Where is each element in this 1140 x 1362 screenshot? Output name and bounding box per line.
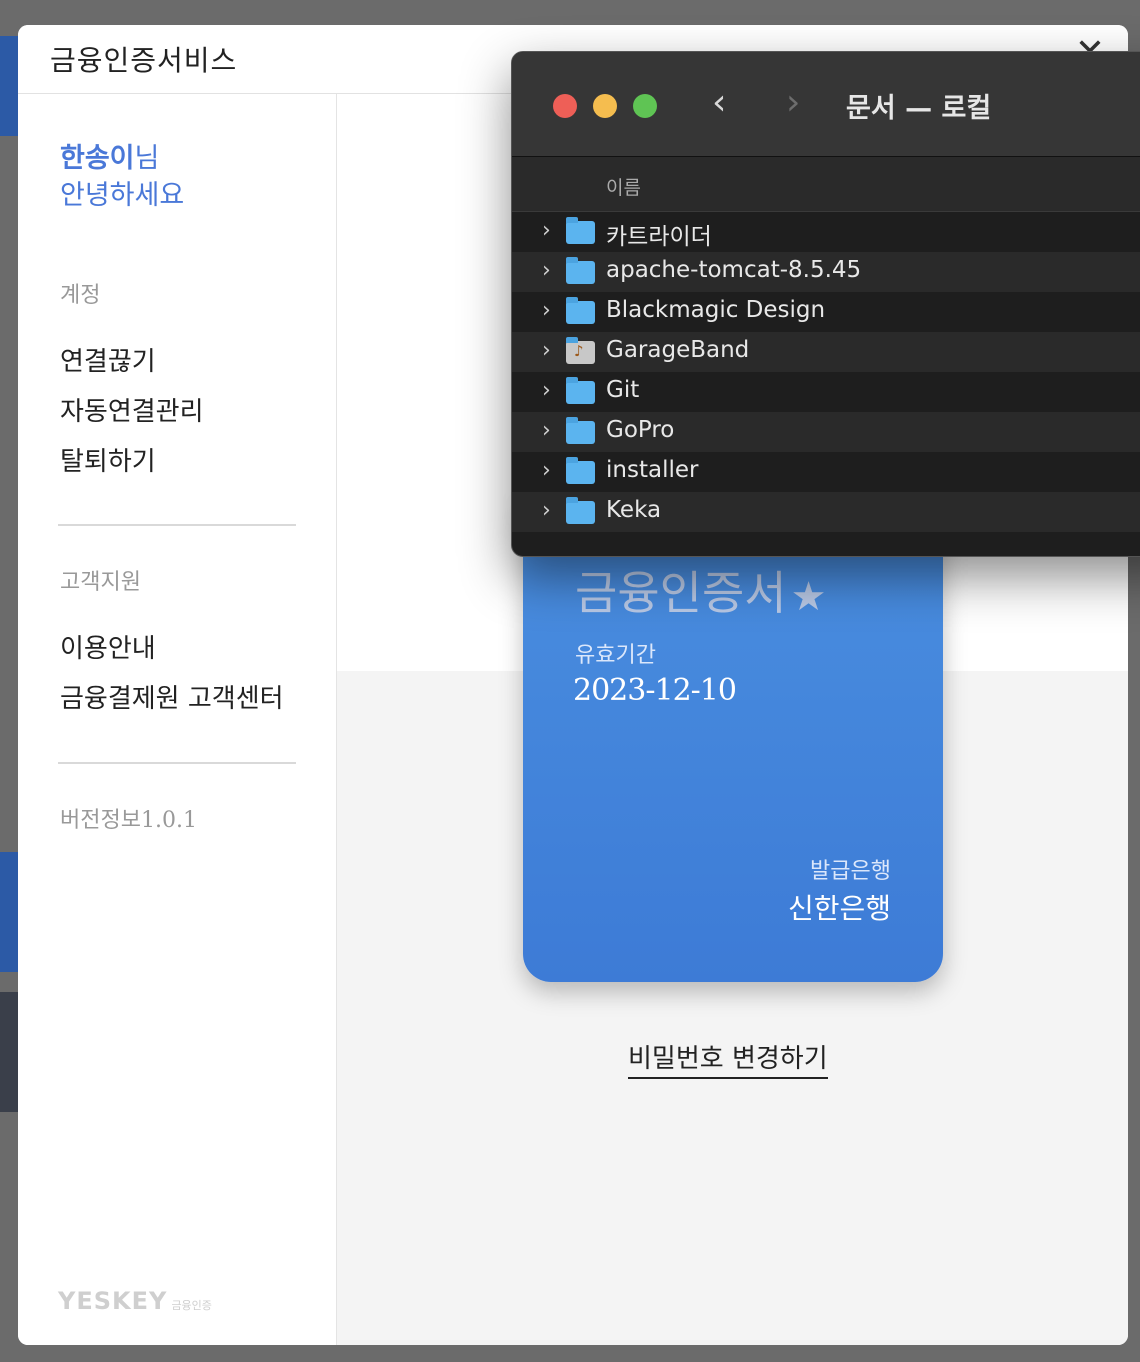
zoom-window-button[interactable] [633, 94, 657, 118]
folder-icon [566, 497, 595, 524]
disclosure-chevron-icon[interactable]: › [542, 218, 551, 243]
issuer-name: 신한은행 [787, 892, 891, 925]
file-row[interactable]: › 카트라이더 [512, 212, 1140, 252]
logo-main: YESKEY [58, 1287, 168, 1315]
finder-window: ‹ › 문서 — 로컬 이름 › 카트라이더 › apache-tomcat-8… [511, 51, 1140, 557]
section-label-support: 고객지원 [60, 570, 141, 595]
disclosure-chevron-icon[interactable]: › [542, 378, 551, 403]
menu-guide[interactable]: 이용안내 [60, 628, 156, 665]
dialog-title: 금융인증서비스 [50, 44, 238, 77]
finder-title: 문서 — 로컬 [846, 93, 992, 124]
star-icon[interactable]: ★ [791, 574, 827, 620]
file-name: Keka [606, 497, 662, 523]
menu-withdraw[interactable]: 탈퇴하기 [60, 441, 156, 478]
issuer-label: 발급은행 [810, 859, 891, 884]
file-name: GarageBand [606, 337, 750, 363]
file-row[interactable]: › GoPro [512, 412, 1140, 452]
certificate-title: 금융인증서 ★ [575, 557, 826, 623]
disclosure-chevron-icon[interactable]: › [542, 418, 551, 443]
disclosure-chevron-icon[interactable]: › [542, 298, 551, 323]
folder-icon [566, 417, 595, 444]
disclosure-chevron-icon[interactable]: › [542, 258, 551, 283]
divider [58, 762, 296, 764]
disclosure-chevron-icon[interactable]: › [542, 498, 551, 523]
menu-disconnect[interactable]: 연결끊기 [60, 341, 156, 378]
file-name: installer [606, 457, 699, 483]
divider [58, 524, 296, 526]
file-name: apache-tomcat-8.5.45 [606, 257, 862, 283]
background-app-strip [0, 992, 18, 1112]
sidebar: 한송이님 안녕하세요 계정 연결끊기 자동연결관리 탈퇴하기 고객지원 이용안내… [18, 94, 337, 1345]
folder-icon [566, 217, 595, 244]
greeting-hello: 안녕하세요 [60, 180, 185, 211]
minimize-window-button[interactable] [593, 94, 617, 118]
certificate-title-text: 금융인증서 [575, 566, 787, 620]
yeskey-logo: YESKEY 금융인증 [58, 1287, 212, 1315]
file-name: 카트라이더 [606, 224, 712, 250]
section-label-account: 계정 [60, 283, 101, 308]
garageband-folder-icon [566, 337, 595, 364]
file-name: Git [606, 377, 640, 403]
validity-label: 유효기간 [575, 643, 656, 668]
disclosure-chevron-icon[interactable]: › [542, 338, 551, 363]
folder-icon [566, 377, 595, 404]
change-password-link[interactable]: 비밀번호 변경하기 [628, 1038, 828, 1079]
file-row[interactable]: › installer [512, 452, 1140, 492]
file-row[interactable]: › Keka [512, 492, 1140, 532]
disclosure-chevron-icon[interactable]: › [542, 458, 551, 483]
column-name-label[interactable]: 이름 [606, 173, 641, 200]
file-row[interactable]: › GarageBand [512, 332, 1140, 372]
version-info: 버전정보1.0.1 [60, 808, 197, 833]
back-arrow-icon[interactable]: ‹ [712, 82, 726, 124]
forward-arrow-icon[interactable]: › [786, 82, 800, 124]
file-name: GoPro [606, 417, 675, 443]
certificate-card[interactable]: 금융인증서 ★ 유효기간 2023-12-10 발급은행 신한은행 [523, 495, 943, 982]
file-name: Blackmagic Design [606, 297, 826, 323]
column-header[interactable]: 이름 [512, 157, 1140, 212]
file-row[interactable]: › Blackmagic Design [512, 292, 1140, 332]
finder-titlebar[interactable]: ‹ › 문서 — 로컬 [512, 52, 1140, 157]
folder-icon [566, 297, 595, 324]
folder-icon [566, 457, 595, 484]
file-row[interactable]: › apache-tomcat-8.5.45 [512, 252, 1140, 292]
greeting-suffix: 님 [134, 143, 160, 174]
file-row[interactable]: › Git [512, 372, 1140, 412]
greeting: 한송이님 안녕하세요 [60, 140, 184, 214]
validity-date: 2023-12-10 [573, 673, 737, 708]
close-window-button[interactable] [553, 94, 577, 118]
logo-sub: 금융인증 [171, 1299, 212, 1312]
menu-customer-center[interactable]: 금융결제원 고객센터 [60, 678, 284, 715]
user-name: 한송이 [60, 143, 135, 174]
background-app-strip [0, 36, 18, 136]
file-list: › 카트라이더 › apache-tomcat-8.5.45 › Blackma… [512, 212, 1140, 532]
background-app-strip [0, 852, 18, 972]
menu-auto-connect[interactable]: 자동연결관리 [60, 391, 204, 428]
folder-icon [566, 257, 595, 284]
